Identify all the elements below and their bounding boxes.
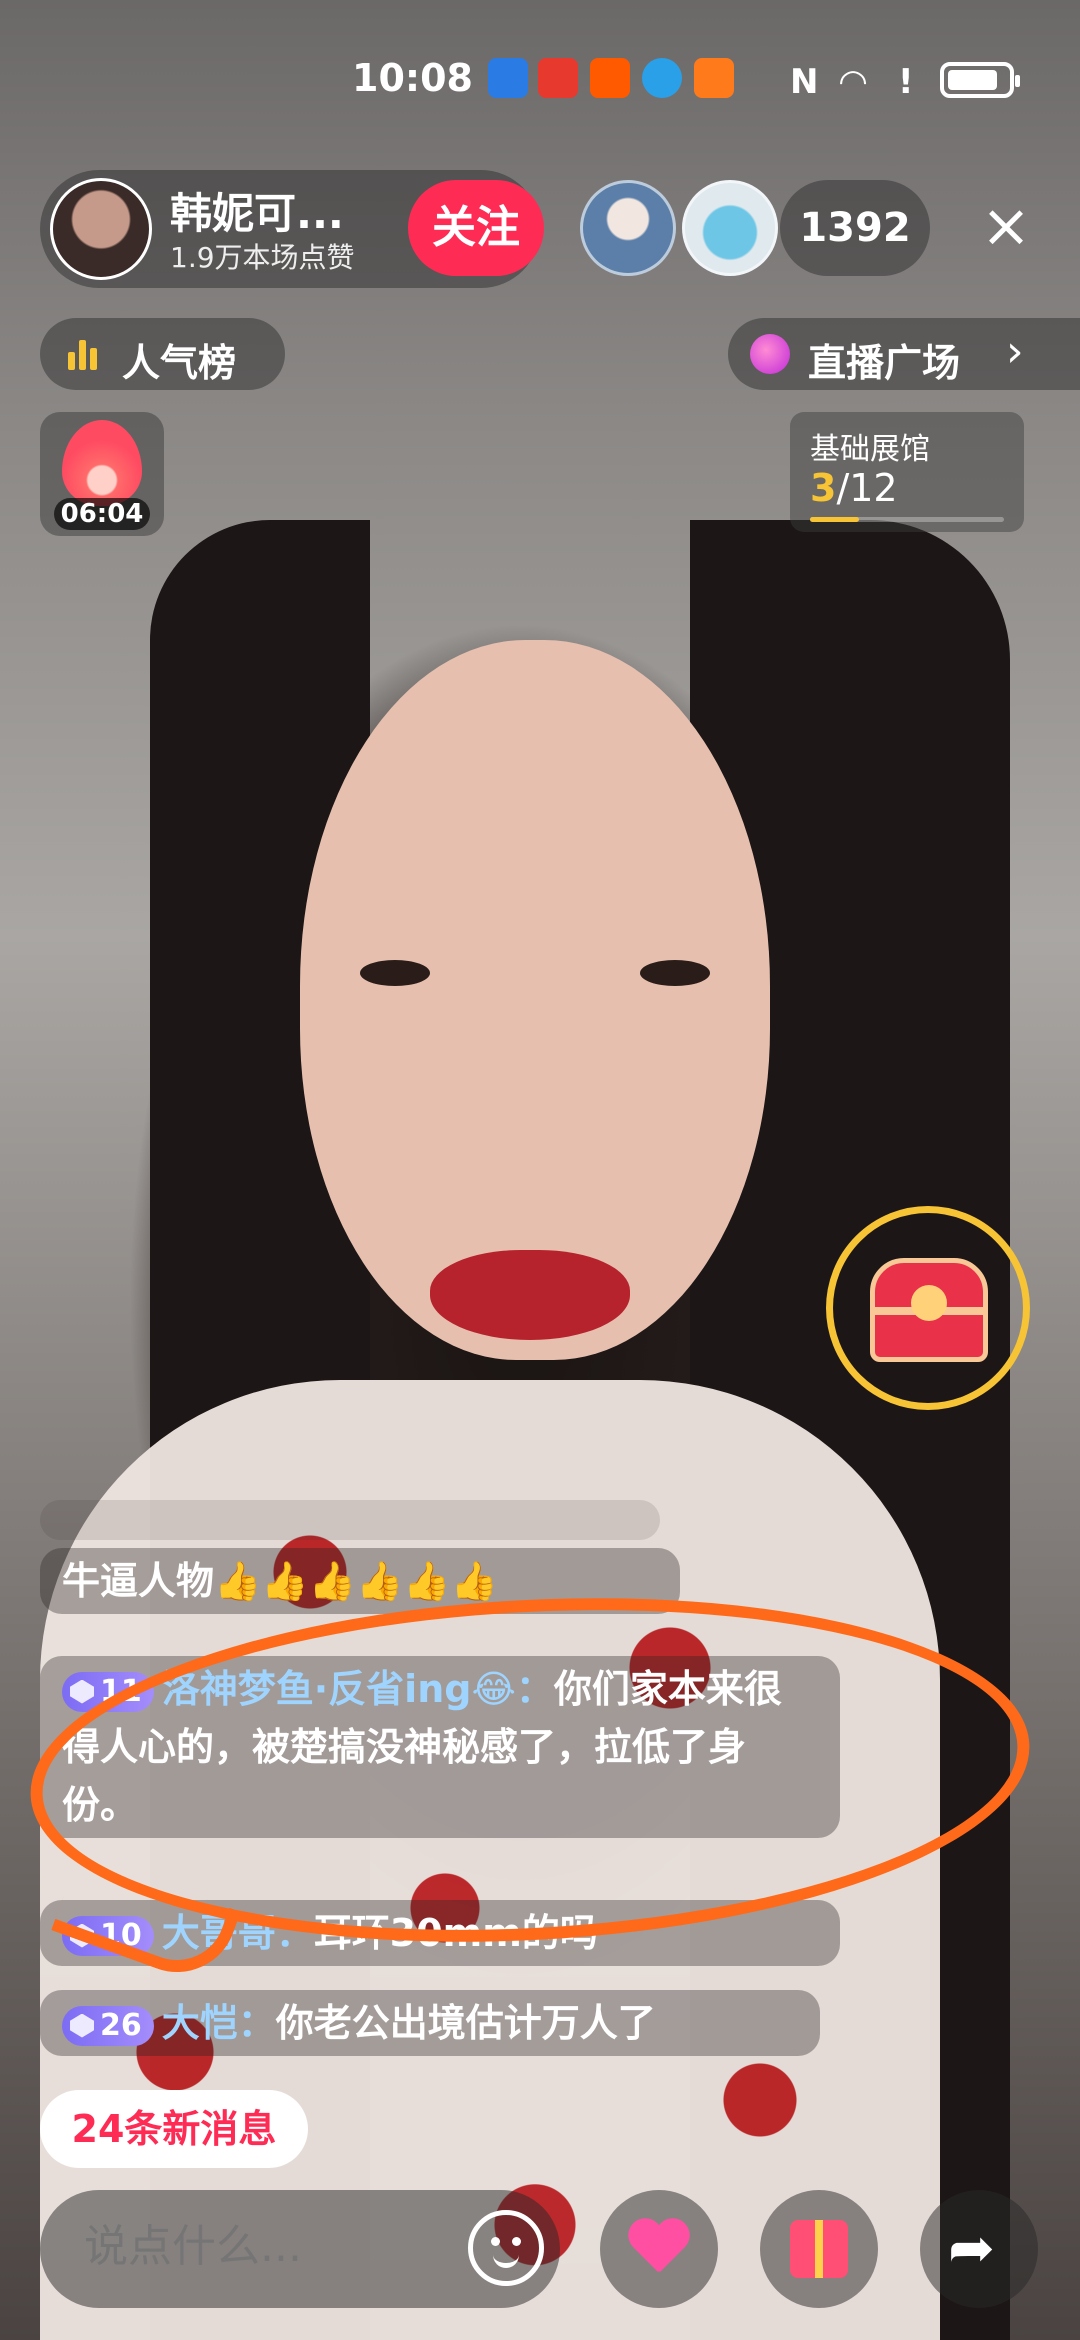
comment-input[interactable] bbox=[82, 2220, 446, 2273]
share-button[interactable]: ➦ bbox=[920, 2190, 1038, 2308]
gem-icon bbox=[70, 2013, 94, 2038]
planet-icon bbox=[750, 334, 790, 374]
wifi-icon: ◠ bbox=[840, 62, 867, 102]
emoji-icon[interactable] bbox=[468, 2210, 544, 2286]
hot-timer: 06:04 bbox=[54, 498, 150, 530]
video-lips bbox=[430, 1250, 630, 1340]
new-messages-pill[interactable]: 24条新消息 bbox=[40, 2090, 308, 2168]
museum-total: /12 bbox=[836, 466, 898, 510]
video-icon bbox=[694, 58, 734, 98]
battery-fill bbox=[948, 70, 998, 90]
browser-icon bbox=[642, 58, 682, 98]
heart-icon bbox=[628, 2220, 690, 2278]
viewer-count[interactable]: 1392 bbox=[780, 180, 930, 276]
host-avatar[interactable] bbox=[50, 178, 152, 280]
shield-icon bbox=[488, 58, 528, 98]
viewer-avatar-2[interactable] bbox=[682, 180, 778, 276]
popularity-rank-button[interactable]: 人气榜 bbox=[40, 318, 285, 390]
huawei-store-icon bbox=[538, 58, 578, 98]
museum-count: 3/12 bbox=[810, 466, 898, 510]
chat-text: 牛逼人物👍👍👍👍👍👍 bbox=[62, 1559, 498, 1603]
video-eye-left bbox=[360, 960, 430, 986]
live-plaza-button[interactable]: 直播广场 › bbox=[728, 318, 1080, 390]
chat-username[interactable]: 大恺： bbox=[162, 2001, 276, 2045]
video-eye-right bbox=[640, 960, 710, 986]
comment-input-bar[interactable] bbox=[40, 2190, 560, 2308]
plaza-label: 直播广场 bbox=[808, 341, 961, 385]
share-icon: ➦ bbox=[948, 2216, 995, 2281]
museum-progress-track bbox=[810, 517, 1004, 522]
chevron-right-icon: › bbox=[1006, 326, 1024, 377]
like-button[interactable] bbox=[600, 2190, 718, 2308]
gift-button[interactable] bbox=[760, 2190, 878, 2308]
museum-title: 基础展馆 bbox=[810, 432, 930, 467]
status-time: 10:08 bbox=[352, 56, 473, 100]
treasure-chest-icon[interactable] bbox=[870, 1258, 988, 1362]
museum-progress-fill bbox=[810, 517, 859, 522]
hot-timer-widget[interactable]: 06:04 bbox=[40, 412, 164, 536]
chat-row-faded bbox=[40, 1500, 660, 1540]
battery-icon bbox=[940, 62, 1020, 98]
follow-button[interactable]: 关注 bbox=[408, 180, 544, 276]
host-name: 韩妮可... bbox=[170, 189, 344, 238]
rank-label: 人气榜 bbox=[122, 341, 237, 385]
gem-icon bbox=[70, 1679, 94, 1704]
status-bar: 10:08 N ◠ ! bbox=[0, 40, 1080, 120]
chat-message[interactable]: 26 大恺：你老公出境估计万人了 bbox=[40, 1990, 820, 2056]
gift-icon bbox=[790, 2220, 848, 2278]
close-icon[interactable]: × bbox=[975, 195, 1037, 257]
viewer-avatar-1[interactable] bbox=[580, 180, 676, 276]
museum-progress-card[interactable]: 基础展馆 3/12 bbox=[790, 412, 1024, 532]
museum-current: 3 bbox=[810, 466, 837, 510]
chat-text: 你老公出境估计万人了 bbox=[275, 2001, 656, 2045]
taobao-icon bbox=[590, 58, 630, 98]
bar-chart-icon bbox=[68, 338, 98, 370]
nfc-icon: N bbox=[790, 62, 819, 102]
alert-icon: ! bbox=[898, 62, 914, 102]
user-level-badge: 26 bbox=[62, 2005, 154, 2046]
flame-icon bbox=[62, 420, 142, 506]
host-likes: 1.9万本场点赞 bbox=[170, 241, 355, 274]
